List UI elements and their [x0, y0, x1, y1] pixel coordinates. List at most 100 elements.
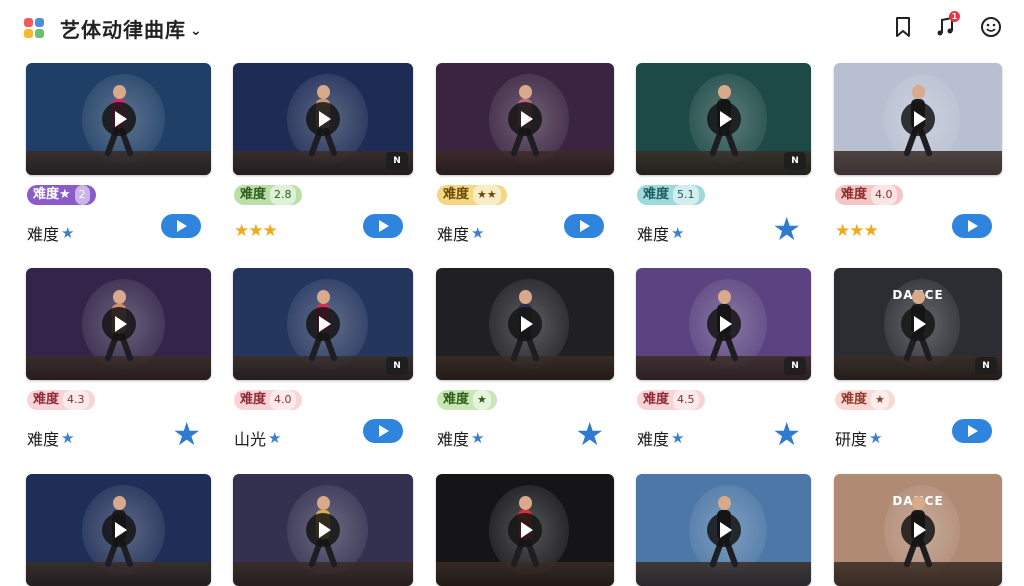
- star-icon: ★: [61, 429, 75, 447]
- video-thumbnail[interactable]: [26, 268, 211, 380]
- dancer-figure: [708, 85, 739, 159]
- star-icon: ★: [471, 224, 485, 242]
- favorite-button[interactable]: ★: [772, 213, 801, 245]
- dancer-figure: [903, 496, 933, 570]
- play-overlay-icon[interactable]: [101, 102, 136, 136]
- play-button[interactable]: [564, 214, 604, 238]
- dancer-figure: [708, 290, 739, 364]
- video-thumbnail[interactable]: [233, 474, 413, 586]
- difficulty-pill: 难度 5.1: [637, 185, 705, 205]
- play-overlay-icon[interactable]: [101, 513, 136, 547]
- difficulty-label: 难度: [443, 392, 470, 407]
- video-thumbnail[interactable]: [436, 63, 614, 175]
- difficulty-pill: 难度★ 2: [27, 185, 96, 205]
- star-icon: ★: [671, 429, 685, 447]
- play-overlay-icon[interactable]: [706, 513, 741, 547]
- difficulty-label: 难度: [841, 187, 868, 202]
- video-thumbnail[interactable]: [436, 474, 614, 586]
- video-thumbnail[interactable]: [436, 268, 614, 380]
- dancer-head: [717, 85, 731, 99]
- play-overlay-icon[interactable]: [101, 307, 136, 341]
- meta-row: 山光 ★: [234, 426, 281, 450]
- play-button[interactable]: [363, 419, 403, 443]
- difficulty-pill: 难度 4.0: [234, 390, 302, 410]
- dancer-head: [317, 85, 330, 99]
- video-thumbnail[interactable]: [26, 474, 211, 586]
- video-thumbnail[interactable]: DANCE: [834, 474, 1002, 586]
- play-overlay-icon[interactable]: [901, 102, 935, 136]
- difficulty-label: 难度★: [33, 187, 71, 202]
- play-icon: [363, 419, 403, 443]
- favorite-button[interactable]: ★: [575, 418, 604, 450]
- video-thumbnail[interactable]: [636, 474, 811, 586]
- difficulty-value: ★: [473, 390, 491, 410]
- dancer-head: [317, 290, 330, 304]
- meta-row: ★★★: [835, 221, 879, 241]
- video-thumbnail[interactable]: [26, 63, 211, 175]
- play-icon: [952, 214, 992, 238]
- meta-label: 难度: [437, 225, 470, 244]
- play-overlay-icon[interactable]: [306, 307, 340, 341]
- stage-floor: [26, 151, 211, 175]
- dancer-figure: [510, 85, 540, 159]
- play-overlay-icon[interactable]: [706, 307, 741, 341]
- video-grid: 难度★ 2 难度 ★ N 难度 2.8 ★★★ 难度 ★★ 难度 ★ N 难度 5.1 难度 ★ ★ 难度 4.0 ★★…: [0, 0, 1024, 586]
- dancer-head: [317, 496, 330, 510]
- meta-row: 难度 ★: [637, 221, 684, 245]
- stage-floor: [26, 562, 211, 586]
- star-icon: ★: [772, 210, 801, 248]
- difficulty-label: 难度: [240, 187, 267, 202]
- meta-row: 研度 ★: [835, 426, 882, 450]
- play-overlay-icon[interactable]: [508, 307, 542, 341]
- difficulty-pill: 难度 ★: [437, 390, 497, 410]
- meta-label: 难度: [27, 430, 60, 449]
- play-overlay-icon[interactable]: [901, 307, 935, 341]
- difficulty-pill: 难度 ★★: [437, 185, 507, 205]
- difficulty-value: 4.5: [673, 390, 699, 410]
- stage-floor: [834, 562, 1002, 586]
- dancer-head: [519, 85, 532, 99]
- video-thumbnail[interactable]: N: [233, 63, 413, 175]
- favorite-button[interactable]: ★: [172, 418, 201, 450]
- play-overlay-icon[interactable]: [508, 513, 542, 547]
- video-thumbnail[interactable]: N: [636, 63, 811, 175]
- watermark-badge: N: [975, 357, 997, 375]
- difficulty-value: 4.0: [871, 185, 897, 205]
- rating-stars: ★★★: [234, 221, 278, 241]
- play-overlay-icon[interactable]: [306, 513, 340, 547]
- difficulty-value: 4.3: [63, 390, 89, 410]
- stage-floor: [436, 562, 614, 586]
- video-thumbnail[interactable]: DANCEN: [834, 268, 1002, 380]
- difficulty-pill: 难度 4.5: [637, 390, 705, 410]
- dancer-head: [912, 85, 925, 99]
- play-overlay-icon[interactable]: [508, 102, 542, 136]
- star-icon: ★: [268, 429, 282, 447]
- play-overlay-icon[interactable]: [306, 102, 340, 136]
- dancer-head: [519, 496, 532, 510]
- dancer-head: [912, 290, 925, 304]
- stage-floor: [636, 562, 811, 586]
- video-thumbnail[interactable]: N: [233, 268, 413, 380]
- play-button[interactable]: [161, 214, 201, 238]
- video-thumbnail[interactable]: [834, 63, 1002, 175]
- difficulty-pill: 难度 2.8: [234, 185, 302, 205]
- play-button[interactable]: [363, 214, 403, 238]
- stage-floor: [834, 151, 1002, 175]
- star-icon: ★: [869, 429, 883, 447]
- favorite-button[interactable]: ★: [772, 418, 801, 450]
- dancer-figure: [903, 85, 933, 159]
- stage-floor: [26, 356, 211, 380]
- play-button[interactable]: [952, 214, 992, 238]
- dancer-figure: [510, 496, 540, 570]
- star-icon: ★: [471, 429, 485, 447]
- star-icon: ★: [172, 415, 201, 453]
- play-overlay-icon[interactable]: [706, 102, 741, 136]
- play-overlay-icon[interactable]: [901, 513, 935, 547]
- watermark-badge: N: [386, 152, 408, 170]
- play-icon: [952, 419, 992, 443]
- play-icon: [161, 214, 201, 238]
- difficulty-value: 2: [74, 185, 90, 205]
- play-button[interactable]: [952, 419, 992, 443]
- star-icon: ★: [671, 224, 685, 242]
- video-thumbnail[interactable]: N: [636, 268, 811, 380]
